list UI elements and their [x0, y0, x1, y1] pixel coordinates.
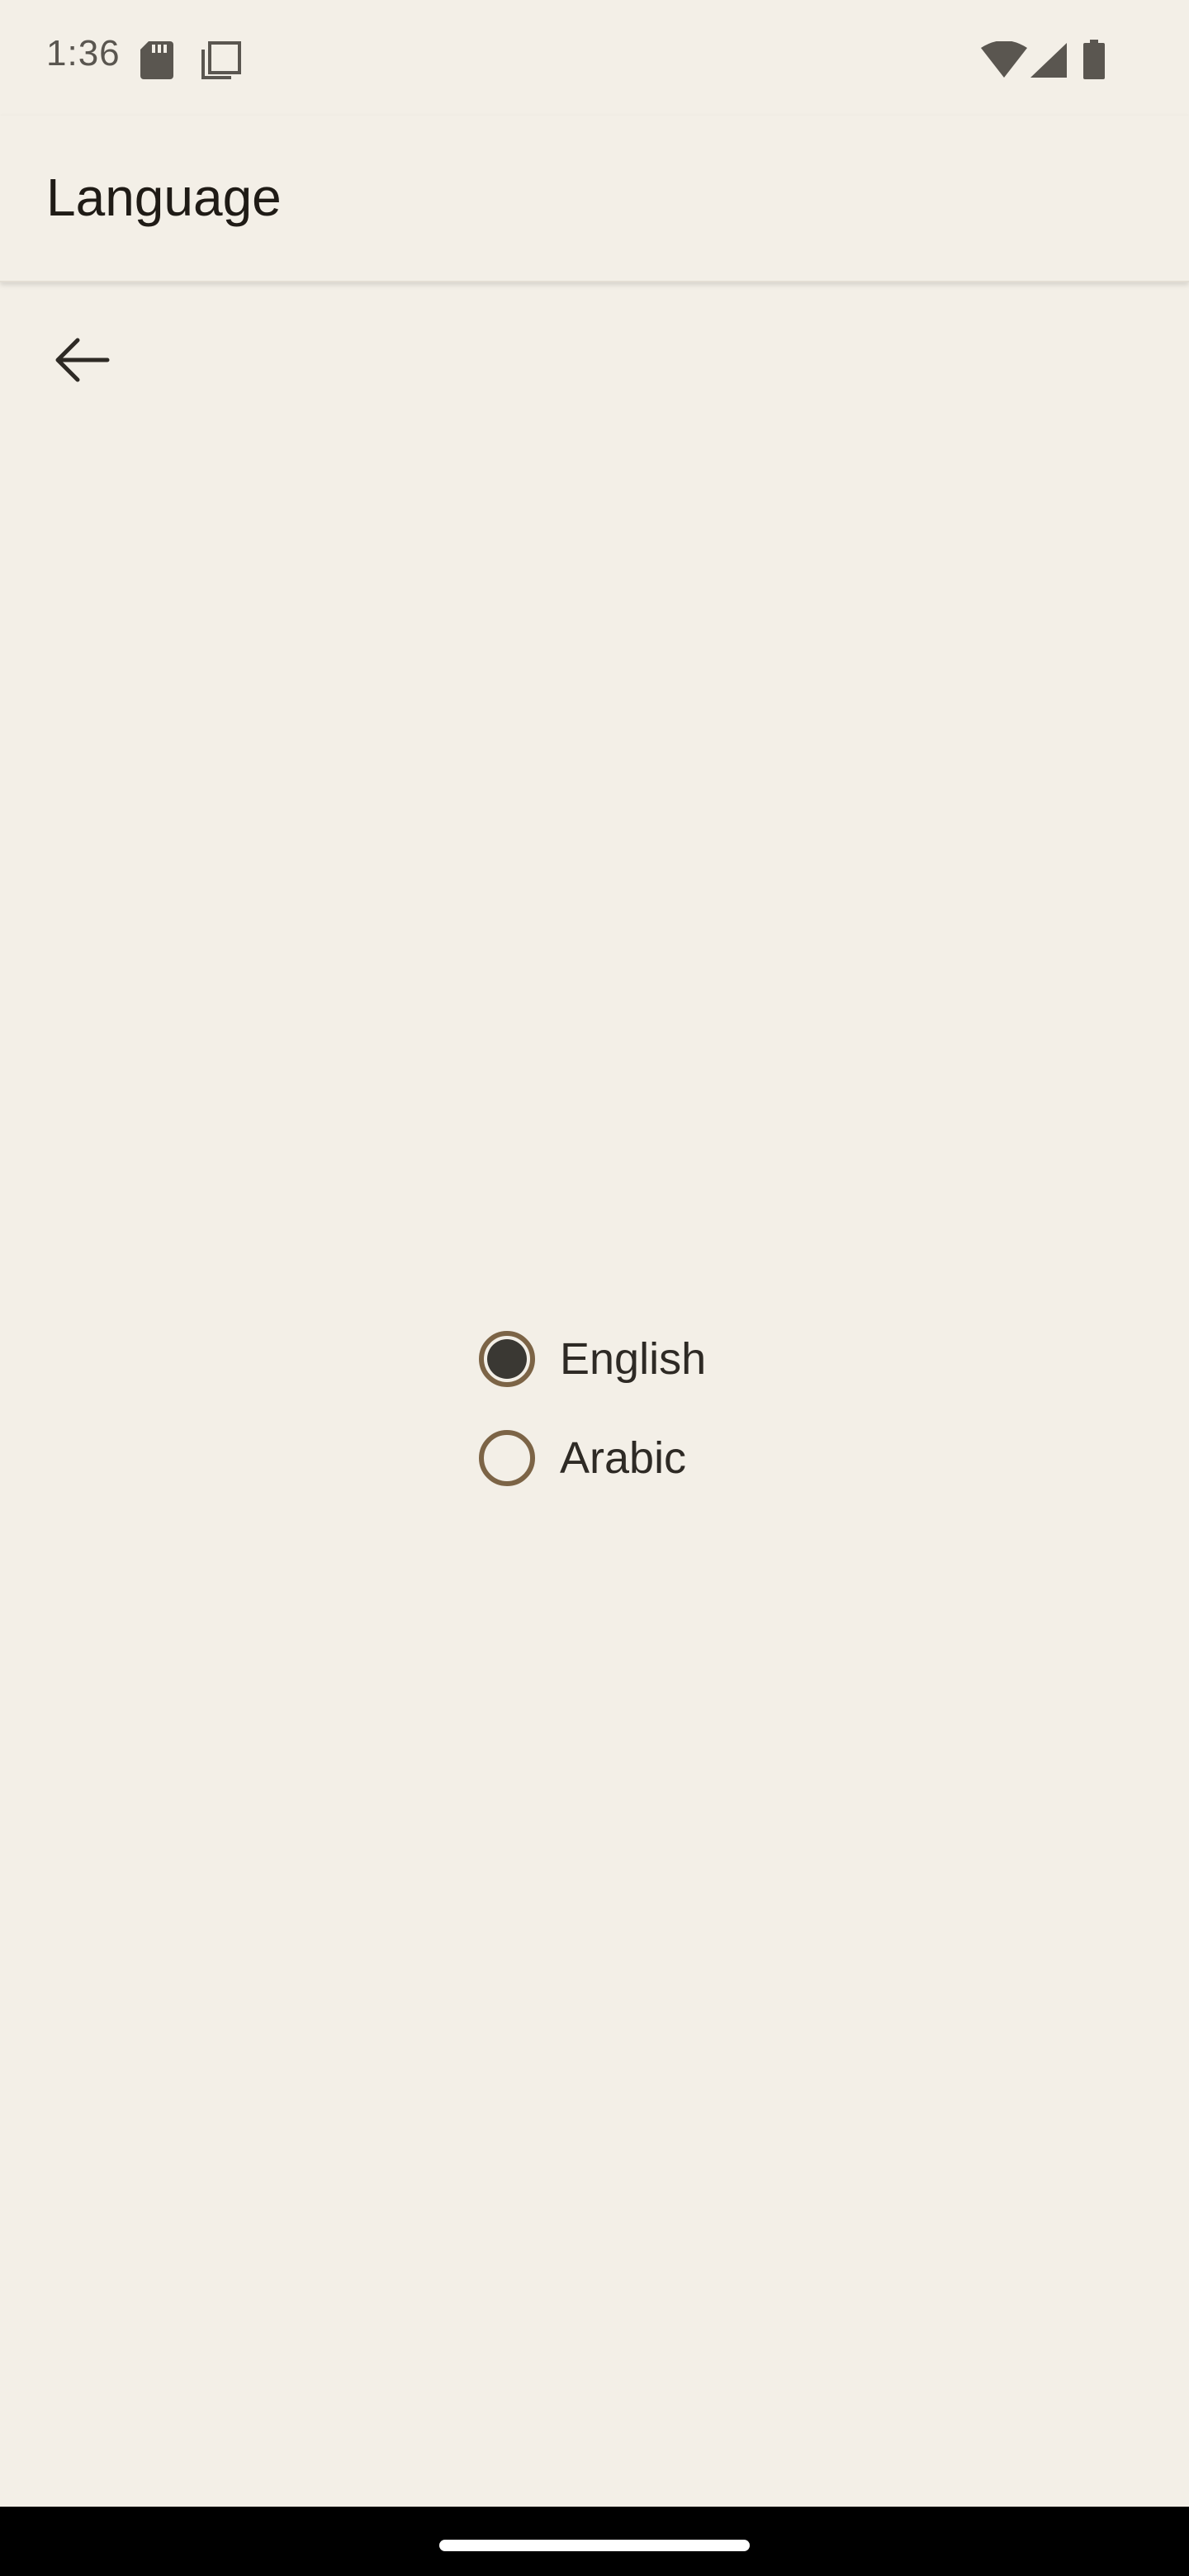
- home-gesture-handle[interactable]: [439, 2540, 750, 2551]
- battery-icon: [1083, 40, 1105, 83]
- language-label-arabic: Arabic: [560, 1433, 687, 1483]
- language-option-english[interactable]: English: [472, 1309, 706, 1409]
- radio-button-arabic[interactable]: [479, 1430, 535, 1486]
- wifi-icon: [981, 40, 1027, 82]
- language-radio-group: English Arabic: [472, 1309, 706, 1508]
- language-screen: 1:36 Language English Arabic: [0, 0, 1189, 2576]
- signal-icon: [1030, 43, 1067, 82]
- status-time: 1:36: [46, 33, 121, 73]
- status-bar: 1:36: [0, 0, 1189, 116]
- language-option-arabic[interactable]: Arabic: [472, 1409, 706, 1508]
- app-bar: Language: [0, 116, 1189, 282]
- back-button[interactable]: [33, 320, 132, 403]
- language-label-english: English: [560, 1334, 707, 1384]
- screenshot-icon: [201, 41, 241, 83]
- radio-button-english[interactable]: [479, 1331, 535, 1387]
- arrow-back-icon: [53, 335, 112, 389]
- sd-card-icon: [140, 41, 173, 83]
- page-title: Language: [46, 168, 282, 227]
- navigation-bar: [0, 2507, 1189, 2576]
